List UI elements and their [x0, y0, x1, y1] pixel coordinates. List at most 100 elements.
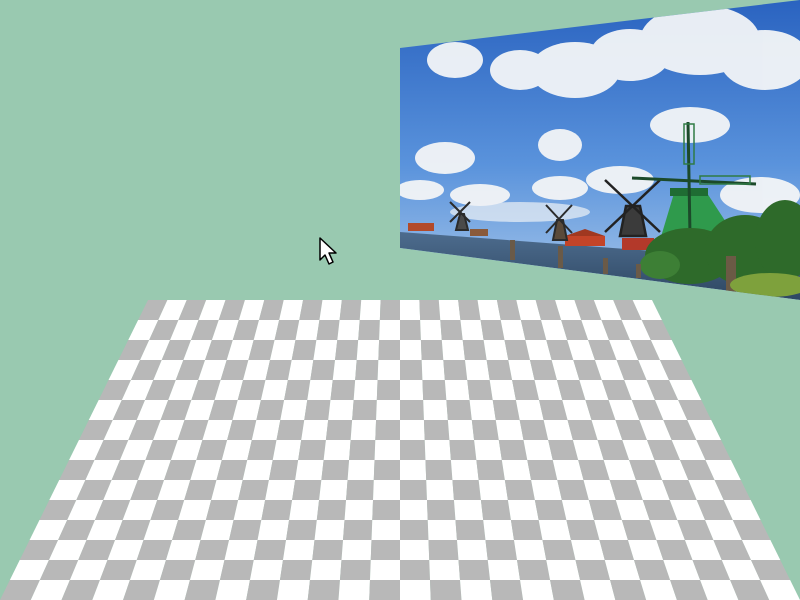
- floor-tile: [426, 480, 454, 500]
- floor-tile: [400, 580, 431, 600]
- floor-tile: [423, 400, 448, 420]
- floor-tile: [527, 460, 558, 480]
- floor-tile: [430, 580, 462, 600]
- floor-tile: [566, 520, 600, 540]
- floor-tile: [295, 320, 320, 340]
- floor-tile: [319, 480, 348, 500]
- floor-tile: [400, 540, 430, 560]
- floor-tile: [373, 480, 400, 500]
- floor-tile: [557, 480, 589, 500]
- floor-tile: [580, 580, 616, 600]
- floor-tile: [238, 480, 269, 500]
- floor-tile: [467, 380, 493, 400]
- floor-tile: [224, 540, 258, 560]
- floor-tile: [460, 580, 493, 600]
- floor-tile: [373, 460, 400, 480]
- floor-tile: [284, 380, 311, 400]
- floor-tile: [289, 500, 320, 520]
- floor-tile: [276, 420, 305, 440]
- floor-tile: [339, 300, 362, 320]
- floor-tile: [400, 380, 424, 400]
- floor-tile: [287, 360, 314, 380]
- floor-tile: [332, 360, 357, 380]
- floor-tile: [444, 380, 470, 400]
- floor-tile: [346, 480, 374, 500]
- floor-tile: [352, 400, 377, 420]
- floor-tile: [328, 400, 354, 420]
- floor-tile: [216, 460, 248, 480]
- floor-tile: [476, 460, 505, 480]
- floor-tile: [246, 580, 280, 600]
- floor-tile: [195, 540, 230, 560]
- floor-tile: [440, 320, 463, 340]
- floor-tile: [376, 380, 400, 400]
- floor-tile: [492, 400, 520, 420]
- floor-tile: [260, 380, 288, 400]
- floor-tile: [421, 360, 445, 380]
- floor-tile: [420, 340, 444, 360]
- floor-tile: [153, 580, 190, 600]
- floor-tile: [400, 300, 421, 320]
- floor-tile: [314, 520, 345, 540]
- checkerboard-floor: [0, 300, 800, 600]
- floor-tile: [379, 320, 400, 340]
- scene-canvas[interactable]: [0, 0, 800, 600]
- floor-tile: [349, 440, 376, 460]
- floor-tile: [347, 460, 375, 480]
- floor-tile: [460, 320, 484, 340]
- floor-tile: [233, 500, 266, 520]
- floor-tile: [356, 340, 380, 360]
- floor-tile: [498, 440, 528, 460]
- floor-tile: [501, 460, 532, 480]
- floor-tile: [400, 460, 427, 480]
- floor-tile: [310, 360, 336, 380]
- floor-tile: [251, 420, 281, 440]
- floor-tile: [504, 480, 535, 500]
- floor-tile: [374, 440, 400, 460]
- floor-tile: [200, 520, 234, 540]
- floor-tile: [515, 400, 544, 420]
- floor-tile: [542, 540, 576, 560]
- floor-tile: [249, 560, 283, 580]
- floor-tile: [510, 520, 543, 540]
- floor-tile: [286, 520, 317, 540]
- floor-tile: [295, 460, 324, 480]
- floor-tile: [474, 440, 502, 460]
- floor-tile: [423, 420, 450, 440]
- floor-tile: [358, 320, 380, 340]
- floor-tile: [495, 420, 524, 440]
- viewport[interactable]: [0, 0, 800, 600]
- floor-tile: [304, 400, 331, 420]
- floor-tile: [599, 540, 635, 560]
- floor-tile: [338, 580, 370, 600]
- floor-tile: [343, 520, 373, 540]
- floor-tile: [344, 500, 374, 520]
- floor-tile: [455, 520, 486, 540]
- floor-tile: [189, 560, 225, 580]
- floor-tile: [375, 420, 400, 440]
- floor-tile: [477, 300, 501, 320]
- floor-tile: [449, 440, 477, 460]
- floor-tile: [531, 480, 562, 500]
- floor-tile: [447, 420, 475, 440]
- floor-tile: [480, 500, 511, 520]
- floor-tile: [372, 500, 400, 520]
- floor-tile: [483, 340, 509, 360]
- floor-tile: [301, 420, 329, 440]
- floor-tile: [550, 580, 585, 600]
- floor-tile: [370, 540, 400, 560]
- floor-tile: [247, 440, 277, 460]
- floor-tile: [323, 440, 351, 460]
- floor-tile: [452, 480, 481, 500]
- floor-tile: [256, 400, 285, 420]
- floor-tile: [307, 580, 340, 600]
- floor-tile: [575, 560, 611, 580]
- floor-tile: [508, 360, 535, 380]
- floor-tile: [441, 340, 465, 360]
- floor-tile: [519, 420, 549, 440]
- floor-tile: [490, 580, 524, 600]
- floor-tile: [307, 380, 333, 400]
- floor-tile: [462, 340, 487, 360]
- floor-tile: [257, 520, 290, 540]
- floor-tile: [400, 320, 421, 340]
